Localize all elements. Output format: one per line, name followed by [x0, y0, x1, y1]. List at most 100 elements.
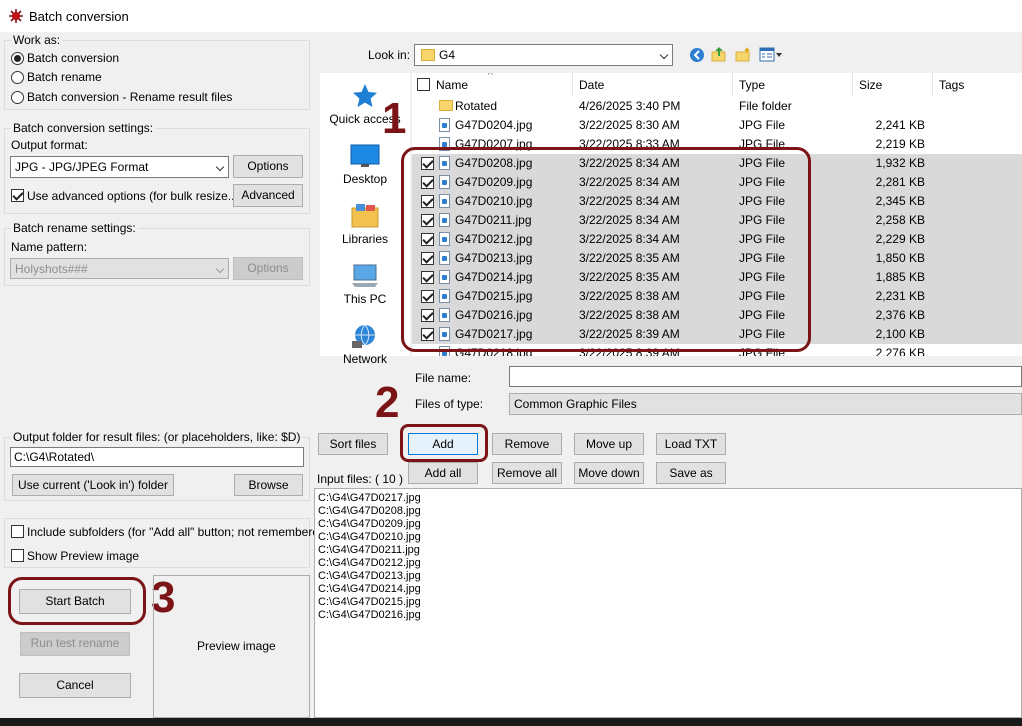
column-type[interactable]: Type	[739, 78, 765, 92]
input-file-item[interactable]: C:\G4\G47D0214.jpg	[318, 583, 421, 596]
output-folder-input[interactable]: C:\G4\Rotated\	[10, 447, 304, 467]
chevron-down-icon	[659, 50, 669, 60]
show-preview-label: Show Preview image	[27, 549, 140, 563]
file-size: 1,885 KB	[875, 270, 925, 284]
radio-batch-conversion[interactable]	[11, 52, 24, 65]
place-desktop[interactable]: Desktop	[320, 143, 410, 186]
column-tags[interactable]: Tags	[939, 78, 964, 92]
include-subfolders-checkbox[interactable]	[11, 525, 24, 538]
output-folder-title: Output folder for result files: (or plac…	[11, 430, 303, 444]
file-size: 2,345 KB	[875, 194, 925, 208]
view-menu-icon[interactable]	[759, 47, 783, 63]
remove-all-button[interactable]: Remove all	[492, 462, 562, 484]
file-row[interactable]: G47D0204.jpg 3/22/2025 8:30 AM JPG File 2,2…	[412, 116, 1022, 135]
libraries-icon	[351, 204, 379, 228]
file-size: 2,258 KB	[875, 213, 925, 227]
input-file-item[interactable]: C:\G4\G47D0209.jpg	[318, 518, 421, 531]
files-of-type-label: Files of type:	[415, 397, 484, 411]
preview-panel: Preview image	[153, 575, 310, 718]
window-title: Batch conversion	[29, 9, 129, 24]
input-files-label: Input files: ( 10 )	[317, 472, 404, 486]
column-name[interactable]: Name	[436, 78, 468, 92]
file-size: 2,276 KB	[875, 346, 925, 356]
place-network[interactable]: Network	[320, 323, 410, 366]
file-row[interactable]: Rotated 4/26/2025 3:40 PM File folder	[412, 97, 1022, 116]
place-libraries[interactable]: Libraries	[320, 203, 410, 246]
place-this-pc[interactable]: This PC	[320, 263, 410, 306]
file-list-header: Name ^ Date Type Size Tags	[412, 73, 1022, 95]
work-as-title: Work as:	[11, 33, 63, 47]
network-icon	[352, 324, 375, 348]
look-in-label: Look in:	[368, 48, 411, 62]
show-preview-checkbox[interactable]	[11, 549, 24, 562]
jpg-file-icon	[439, 118, 450, 132]
back-icon[interactable]	[689, 47, 705, 63]
file-type: File folder	[739, 99, 792, 113]
include-subfolders-label: Include subfolders (for "Add all" button…	[27, 525, 330, 539]
column-size[interactable]: Size	[859, 78, 882, 92]
remove-button[interactable]: Remove	[492, 433, 562, 455]
input-file-item[interactable]: C:\G4\G47D0213.jpg	[318, 570, 421, 583]
conversion-options-button[interactable]: Options	[233, 155, 303, 178]
conversion-settings-title: Batch conversion settings:	[11, 121, 156, 135]
file-date: 4/26/2025 3:40 PM	[579, 99, 681, 113]
folder-icon	[439, 100, 453, 111]
name-pattern-value: Holyshots###	[15, 262, 88, 276]
look-in-select[interactable]: G4	[414, 44, 673, 66]
sort-files-button[interactable]: Sort files	[318, 433, 388, 455]
file-size: 2,241 KB	[875, 118, 925, 132]
input-file-item[interactable]: C:\G4\G47D0216.jpg	[318, 609, 421, 622]
output-format-label: Output format:	[11, 138, 88, 152]
file-name: G47D0204.jpg	[455, 118, 533, 132]
advanced-button[interactable]: Advanced	[233, 184, 303, 207]
input-file-item[interactable]: C:\G4\G47D0215.jpg	[318, 596, 421, 609]
rename-options-button[interactable]: Options	[233, 257, 303, 280]
run-test-rename-button[interactable]: Run test rename	[20, 632, 130, 656]
callout-add-button	[400, 424, 488, 462]
file-size: 2,229 KB	[875, 232, 925, 246]
app-icon	[9, 9, 23, 23]
output-format-value: JPG - JPG/JPEG Format	[15, 160, 149, 174]
add-all-button[interactable]: Add all	[408, 462, 478, 484]
callout-selected-files	[401, 147, 811, 352]
input-file-item[interactable]: C:\G4\G47D0217.jpg	[318, 492, 421, 505]
place-label: This PC	[343, 292, 387, 306]
input-file-item[interactable]: C:\G4\G47D0211.jpg	[318, 544, 420, 557]
output-format-select[interactable]: JPG - JPG/JPEG Format	[10, 156, 229, 178]
file-type: JPG File	[739, 118, 786, 132]
star-icon	[353, 84, 377, 107]
browse-button[interactable]: Browse	[234, 474, 303, 496]
file-size: 2,231 KB	[875, 289, 925, 303]
radio-conversion-rename-label: Batch conversion - Rename result files	[27, 90, 233, 104]
folder-icon	[421, 49, 435, 61]
save-as-txt-button[interactable]: Save as TXT	[656, 462, 726, 500]
up-folder-icon[interactable]	[711, 46, 727, 63]
file-size: 2,281 KB	[875, 175, 925, 189]
advanced-options-checkbox[interactable]	[11, 189, 24, 202]
input-file-item[interactable]: C:\G4\G47D0208.jpg	[318, 505, 421, 518]
input-files-list[interactable]: C:\G4\G47D0217.jpg C:\G4\G47D0208.jpg C:\G…	[314, 488, 1022, 718]
move-up-button[interactable]: Move up	[574, 433, 644, 455]
radio-conversion-rename[interactable]	[11, 91, 24, 104]
file-size: 1,932 KB	[875, 156, 925, 170]
file-name: Rotated	[455, 99, 498, 113]
input-file-item[interactable]: C:\G4\G47D0210.jpg	[318, 531, 421, 544]
move-down-button[interactable]: Move down	[574, 462, 644, 484]
input-file-item[interactable]: C:\G4\G47D0212.jpg	[318, 557, 421, 570]
use-current-folder-button[interactable]: Use current ('Look in') folder	[12, 474, 174, 496]
name-pattern-label: Name pattern:	[11, 240, 88, 254]
name-pattern-select[interactable]: Holyshots###	[10, 258, 229, 279]
file-size: 1,850 KB	[875, 251, 925, 265]
file-size: 2,376 KB	[875, 308, 925, 322]
preview-label: Preview image	[197, 639, 276, 653]
column-date[interactable]: Date	[579, 78, 604, 92]
computer-icon	[352, 264, 378, 287]
new-folder-icon[interactable]	[735, 46, 751, 63]
select-all-checkbox[interactable]	[417, 78, 430, 91]
rename-settings-title: Batch rename settings:	[11, 221, 138, 235]
file-name-input[interactable]	[509, 366, 1022, 387]
files-of-type-select[interactable]: Common Graphic Files	[509, 393, 1022, 415]
load-txt-button[interactable]: Load TXT	[656, 433, 726, 455]
cancel-button[interactable]: Cancel	[19, 673, 131, 698]
radio-batch-rename[interactable]	[11, 71, 24, 84]
